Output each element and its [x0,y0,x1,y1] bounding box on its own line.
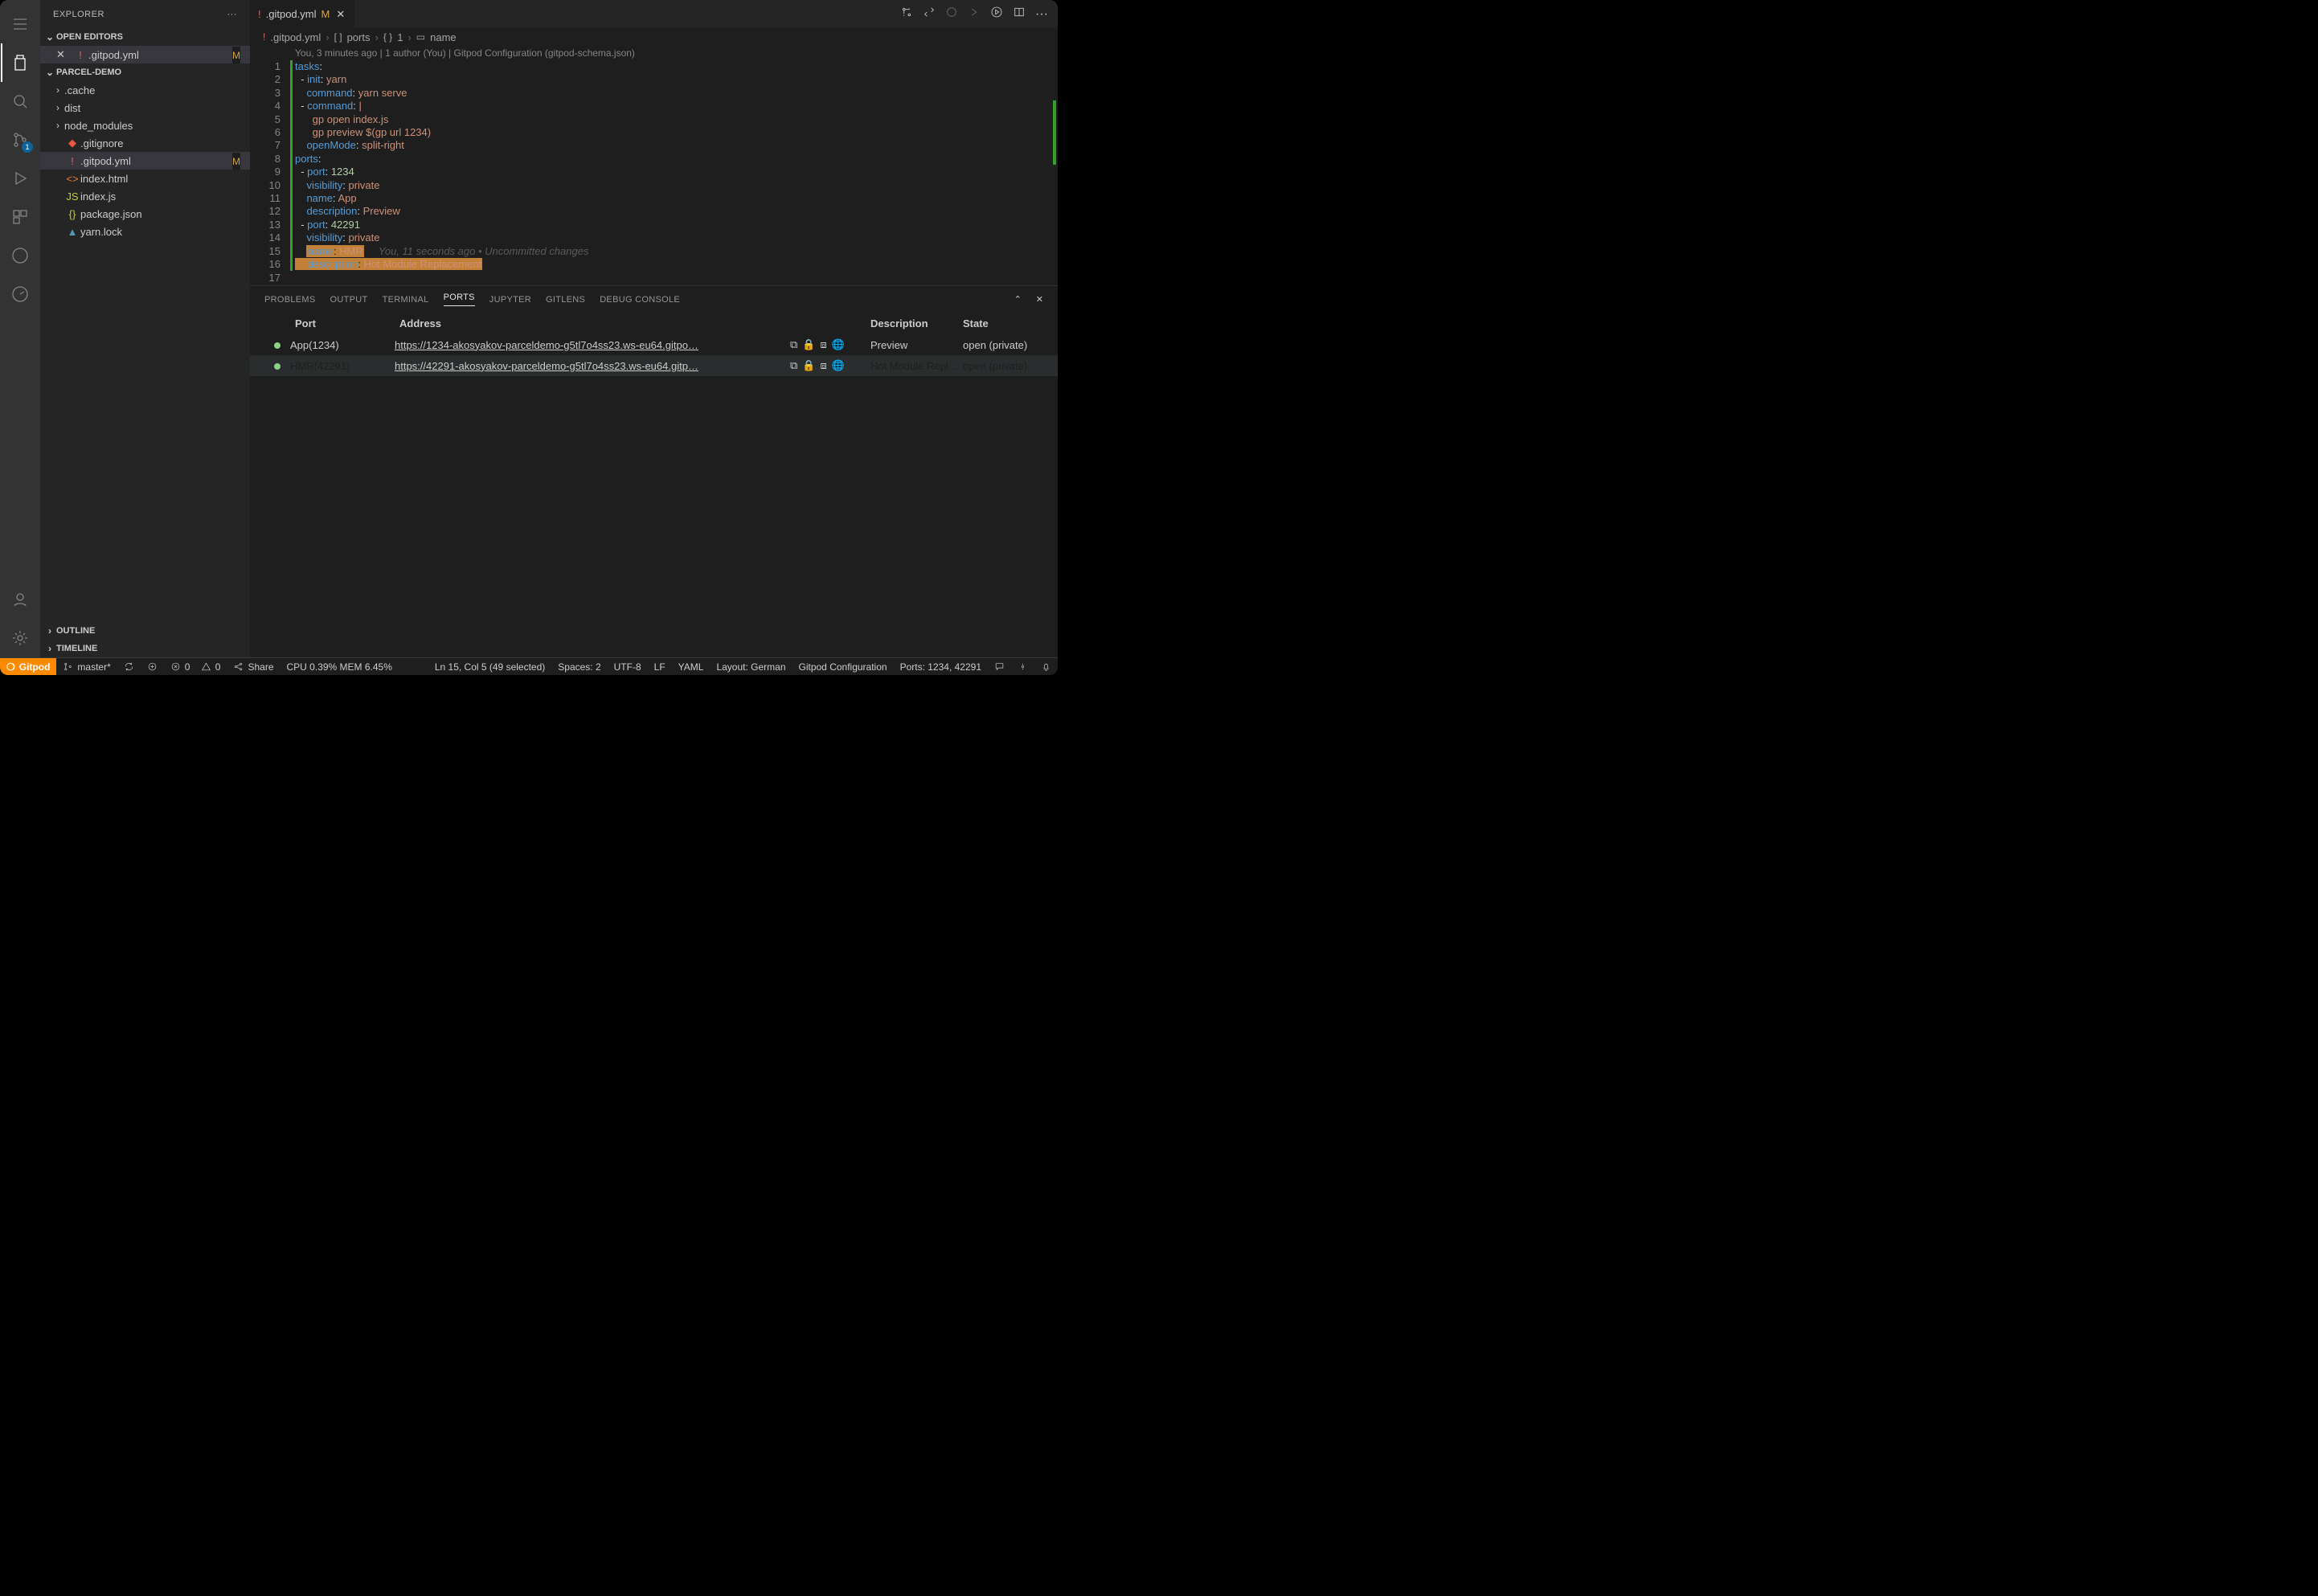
close-tab-icon[interactable]: ✕ [334,8,346,21]
file-item[interactable]: <>index.html [40,170,250,187]
file-icon: <> [64,173,80,185]
menu-icon[interactable] [1,5,39,43]
nav-back-icon[interactable] [945,6,958,23]
lock-icon[interactable]: 🔒 [802,338,815,351]
ports-status[interactable]: Ports: 1234, 42291 [894,658,988,675]
bell-icon[interactable] [1034,658,1058,675]
port-address-link[interactable]: https://42291-akosyakov-parceldemo-g5tl7… [395,360,790,372]
nav-fwd-icon[interactable] [968,6,981,23]
open-changes-icon[interactable] [923,6,936,23]
project-section[interactable]: ⌄PARCEL-DEMO [40,63,250,81]
ports-table-header: Port Address Description State [250,313,1058,334]
globe-icon[interactable]: 🌐 [832,338,845,351]
cursor-pos-status[interactable]: Ln 15, Col 5 (49 selected) [428,658,551,675]
share-status[interactable]: Share [227,658,280,675]
open-editor-item[interactable]: ✕ ! .gitpod.yml M [40,46,250,63]
gitlens-icon[interactable] [1011,658,1034,675]
eol-status[interactable]: LF [648,658,672,675]
layout-status[interactable]: Layout: German [710,658,792,675]
port-address-link[interactable]: https://1234-akosyakov-parceldemo-g5tl7o… [395,339,790,351]
branch-status[interactable]: master* [56,658,117,675]
close-icon[interactable]: ✕ [56,48,65,61]
panel-tab-gitlens[interactable]: GITLENS [546,295,585,305]
sync-status[interactable] [117,658,141,675]
sidebar-more-icon[interactable]: ··· [227,10,238,19]
more-icon[interactable]: ··· [1035,7,1048,22]
outline-section[interactable]: ›OUTLINE [40,622,250,640]
encoding-status[interactable]: UTF-8 [608,658,648,675]
feedback-icon[interactable] [988,658,1011,675]
compare-changes-icon[interactable] [900,6,913,23]
modified-badge: M [232,46,240,63]
file-icon: ◆ [64,137,80,149]
preview-icon[interactable]: ⧈ [820,359,826,372]
panel-tab-output[interactable]: OUTPUT [330,295,368,305]
file-item[interactable]: JSindex.js [40,187,250,205]
panel-close-icon[interactable]: ✕ [1036,294,1043,305]
ports-row[interactable]: HMR(42291)https://42291-akosyakov-parcel… [250,355,1058,376]
split-editor-icon[interactable] [1013,6,1026,23]
port-status-icon [264,360,290,372]
cpu-mem-status[interactable]: CPU 0.39% MEM 6.45% [281,658,399,675]
yaml-file-icon: ! [72,49,88,61]
run-icon[interactable] [990,6,1003,23]
modified-badge: M [321,8,330,20]
lock-icon[interactable]: 🔒 [802,359,815,372]
gitpod-config-status[interactable]: Gitpod Configuration [792,658,894,675]
preview-icon[interactable]: ⧈ [820,338,826,351]
globe-icon[interactable]: 🌐 [832,359,845,372]
source-control-icon[interactable]: 1 [1,121,39,159]
yaml-file-icon: ! [258,8,261,20]
file-icon: JS [64,190,80,203]
open-editors-section[interactable]: ⌄OPEN EDITORS [40,28,250,46]
github-icon[interactable] [1,236,39,275]
ports-row[interactable]: App(1234)https://1234-akosyakov-parcelde… [250,334,1058,355]
panel-tab-jupyter[interactable]: JUPYTER [489,295,531,305]
timeline-section[interactable]: ›TIMELINE [40,640,250,657]
settings-gear-icon[interactable] [1,619,39,657]
folder-item[interactable]: ›.cache [40,81,250,99]
extensions-icon[interactable] [1,198,39,236]
ports-icon-status[interactable] [141,658,164,675]
breadcrumb[interactable]: ! .gitpod.yml ›[ ]ports ›{ }1 ›▭name [250,28,1058,46]
status-bar: ❍Gitpod master* 0 0 Share CPU 0.39% MEM … [0,657,1058,675]
folder-item[interactable]: ›node_modules [40,117,250,134]
copy-icon[interactable]: ⧉ [790,359,797,372]
sidebar-title: EXPLORER [53,10,104,19]
file-item[interactable]: {}package.json [40,205,250,223]
editor-tab[interactable]: ! .gitpod.yml M ✕ [250,0,355,28]
panel-maximize-icon[interactable]: ⌃ [1014,294,1022,305]
folder-item[interactable]: ›dist [40,99,250,117]
scm-badge: 1 [22,141,33,153]
codelens[interactable]: You, 3 minutes ago | 1 author (You) | Gi… [250,46,1058,60]
copy-icon[interactable]: ⧉ [790,338,797,351]
file-icon: ▲ [64,226,80,238]
panel-tab-ports[interactable]: PORTS [444,293,475,306]
gitpod-status[interactable]: ❍Gitpod [0,658,56,675]
panel-tab-problems[interactable]: PROBLEMS [264,295,316,305]
code-editor[interactable]: 1234567891011121314151617 tasks: - init:… [250,60,1058,285]
modified-badge: M [232,152,240,170]
panel-tab-terminal[interactable]: TERMINAL [383,295,429,305]
file-item[interactable]: ◆.gitignore [40,134,250,152]
problems-status[interactable]: 0 0 [164,658,227,675]
file-icon: ! [64,155,80,167]
explorer-icon[interactable] [1,43,39,82]
file-item[interactable]: ▲yarn.lock [40,223,250,240]
gitpod-ports-icon[interactable] [1,275,39,313]
file-item[interactable]: !.gitpod.ymlM [40,152,250,170]
accounts-icon[interactable] [1,580,39,619]
search-icon[interactable] [1,82,39,121]
port-status-icon [264,339,290,351]
minimap[interactable] [1048,60,1058,285]
file-icon: {} [64,208,80,220]
panel-tab-debug[interactable]: DEBUG CONSOLE [600,295,680,305]
run-debug-icon[interactable] [1,159,39,198]
lang-status[interactable]: YAML [672,658,711,675]
indent-status[interactable]: Spaces: 2 [551,658,607,675]
